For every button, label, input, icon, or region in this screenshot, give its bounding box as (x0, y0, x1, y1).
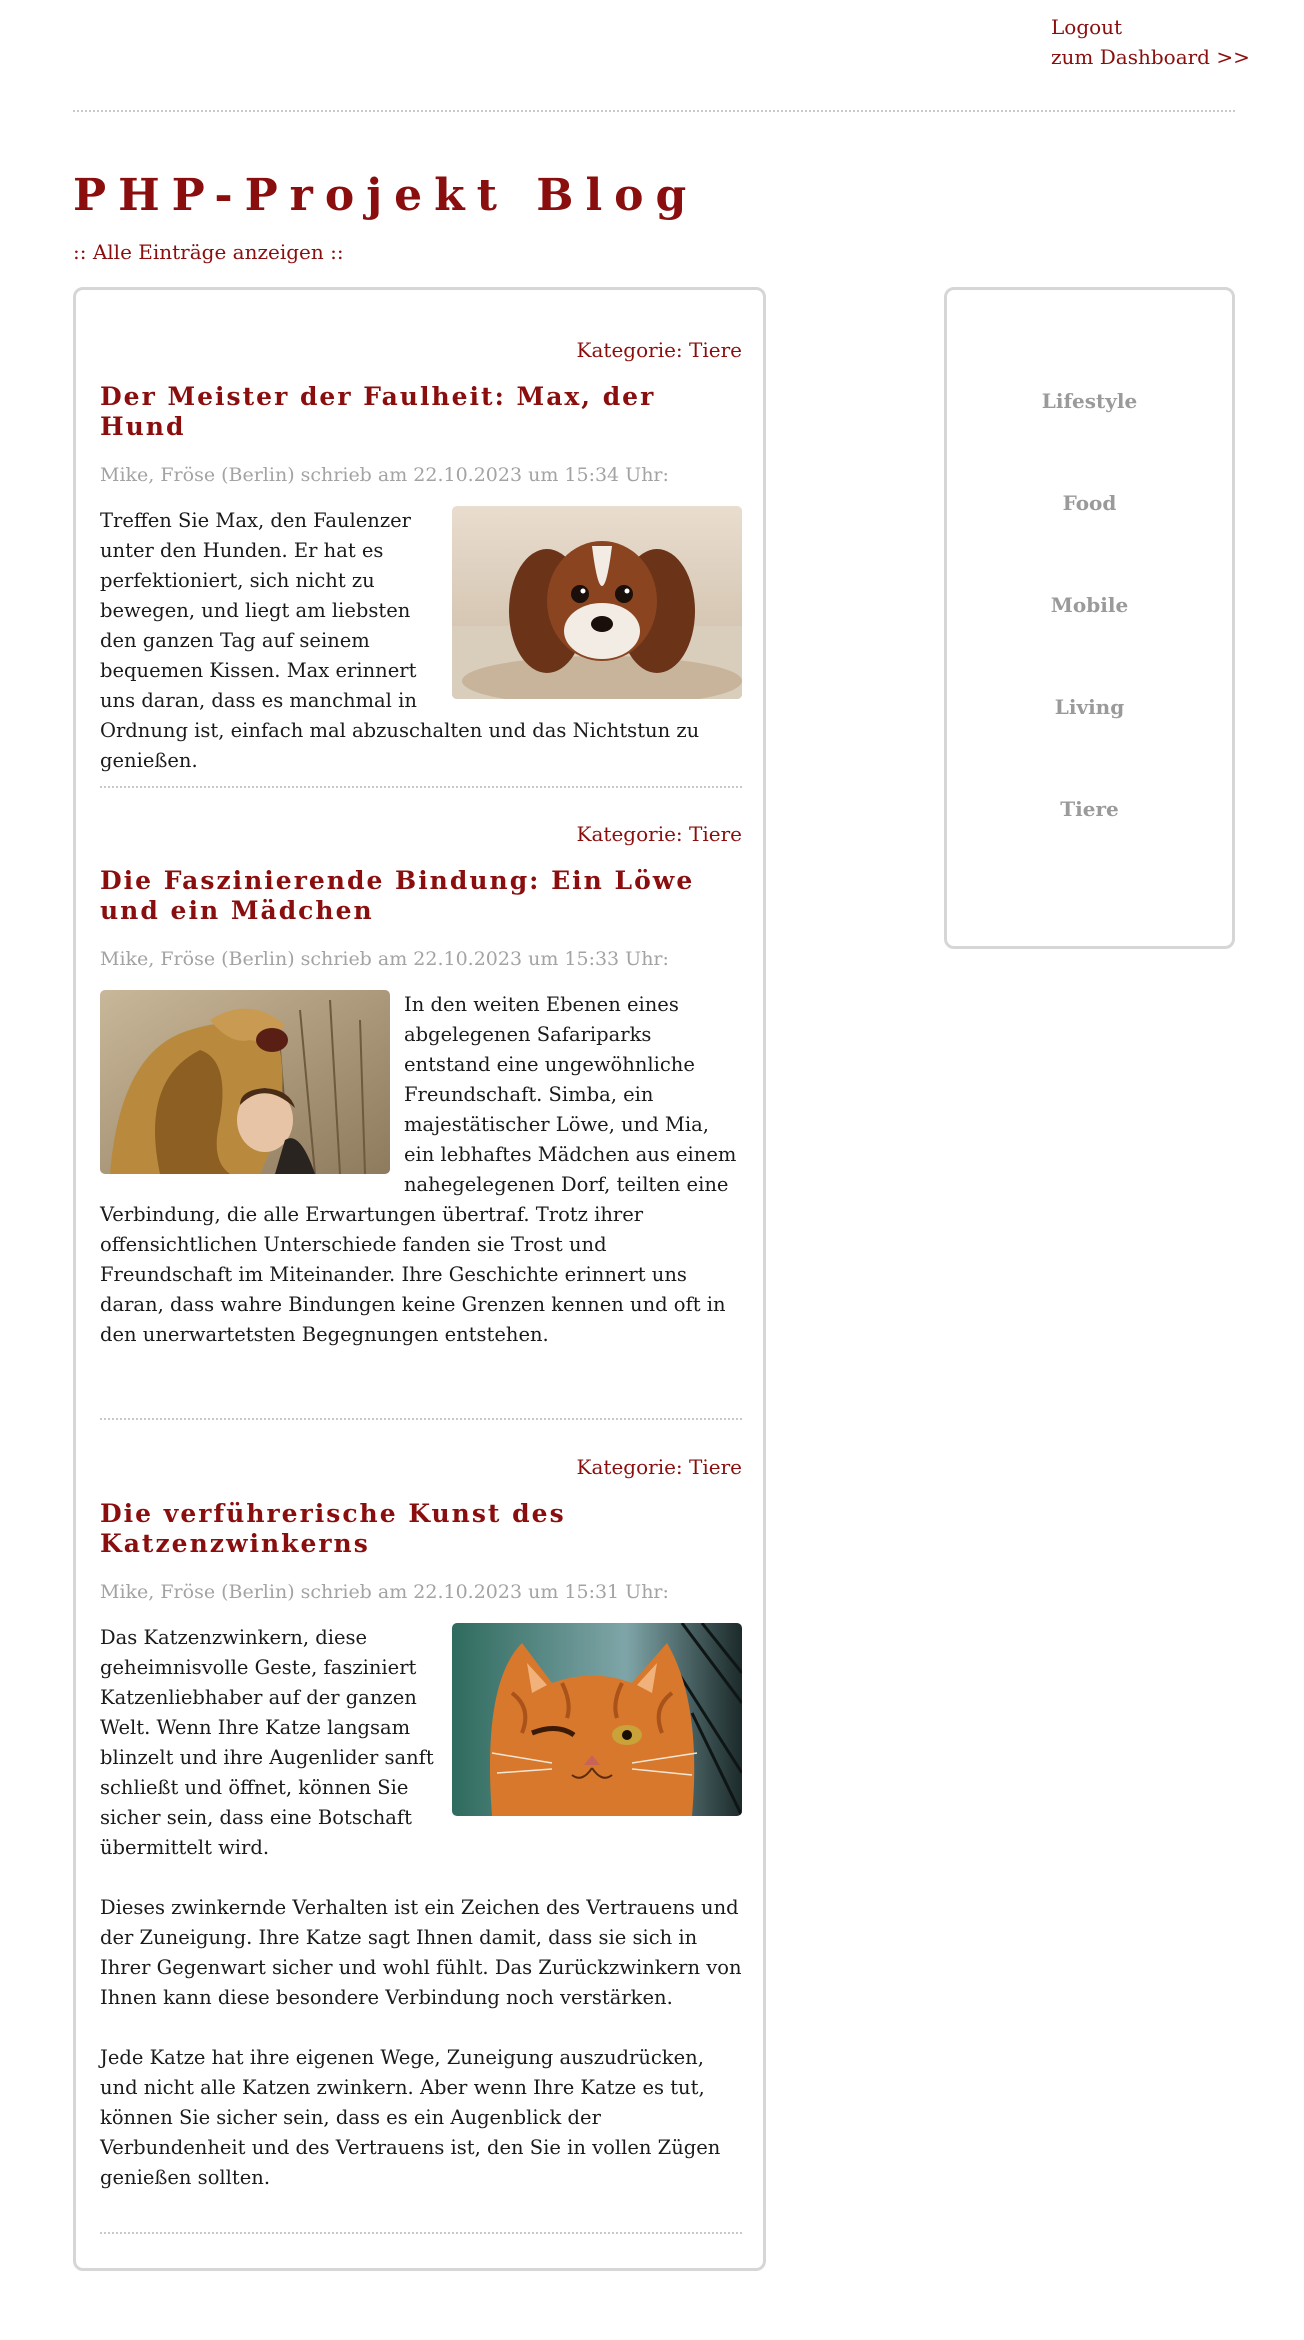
post-category-link[interactable]: Kategorie: Tiere (100, 820, 742, 848)
post-meta: Mike, Fröse (Berlin) schrieb am 22.10.20… (100, 464, 669, 486)
post-meta: Mike, Fröse (Berlin) schrieb am 22.10.20… (100, 948, 669, 970)
header-divider (73, 110, 1235, 112)
post-paragraph: Jede Katze hat ihre eigenen Wege, Zuneig… (100, 2046, 721, 2189)
sidebar-item-tiere[interactable]: Tiere (947, 797, 1232, 821)
cat-photo (452, 1623, 742, 1816)
post-title[interactable]: Die verführerische Kunst des Katzenzwink… (100, 1499, 742, 1559)
sidebar-item-food[interactable]: Food (947, 491, 1232, 515)
post-body: In den weiten Ebenen eines abgelegenen S… (100, 990, 742, 1350)
cat-photo-graphic (452, 1623, 742, 1816)
post-divider (100, 2232, 742, 2234)
lion-girl-photo (100, 990, 390, 1174)
blog-post: Kategorie: Tiere Der Meister der Faulhei… (100, 336, 742, 776)
post-meta: Mike, Fröse (Berlin) schrieb am 22.10.20… (100, 1581, 669, 1603)
post-body: Das Katzenzwinkern, diese geheimnisvolle… (100, 1623, 742, 2193)
blog-post: Kategorie: Tiere Die Faszinierende Bindu… (100, 820, 742, 1350)
top-nav: Logout zum Dashboard >> (1051, 12, 1250, 72)
post-paragraph: Dieses zwinkernde Verhalten ist ein Zeic… (100, 1896, 742, 2009)
sidebar-item-lifestyle[interactable]: Lifestyle (947, 389, 1232, 413)
post-category-link[interactable]: Kategorie: Tiere (100, 336, 742, 364)
dog-photo (452, 506, 742, 699)
logout-link[interactable]: Logout (1051, 12, 1250, 42)
dashboard-link[interactable]: zum Dashboard >> (1051, 42, 1250, 72)
site-title: PHP-Projekt Blog (73, 170, 699, 221)
sidebar-item-mobile[interactable]: Mobile (947, 593, 1232, 617)
post-divider (100, 786, 742, 788)
show-all-entries-link[interactable]: :: Alle Einträge anzeigen :: (73, 238, 344, 266)
post-title[interactable]: Der Meister der Faulheit: Max, der Hund (100, 382, 742, 442)
category-sidebar: Lifestyle Food Mobile Living Tiere (944, 287, 1235, 949)
post-body: Treffen Sie Max, den Faulenzer unter den… (100, 506, 742, 776)
dog-photo-graphic (452, 506, 742, 699)
post-title[interactable]: Die Faszinierende Bindung: Ein Löwe und … (100, 866, 742, 926)
sidebar-item-living[interactable]: Living (947, 695, 1232, 719)
post-divider (100, 1418, 742, 1420)
lion-girl-photo-graphic (100, 990, 390, 1174)
post-category-link[interactable]: Kategorie: Tiere (100, 1453, 742, 1481)
blog-post: Kategorie: Tiere Die verführerische Kuns… (100, 1453, 742, 2193)
